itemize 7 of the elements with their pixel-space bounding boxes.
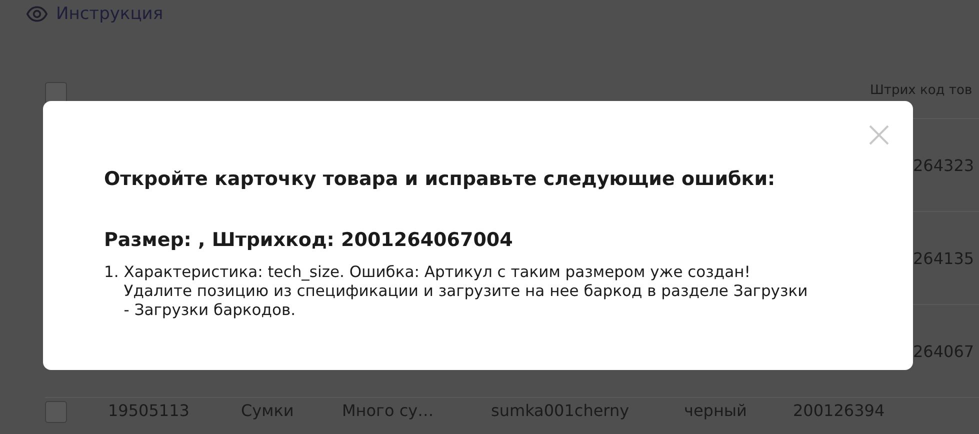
checkbox[interactable] (45, 401, 67, 423)
error-message: Характеристика: tech_size. Ошибка: Артикул с таким размером уже создан! Удалите позицию из спецификации и загрузите на нее баркод в разделе Загрузки - Загрузки баркодов. (124, 263, 809, 320)
dialog-title: Откройте карточку товара и исправьте следующие ошибки: (104, 168, 776, 190)
dialog-subtitle: Размер: , Штрихкод: 2001264067004 (104, 229, 514, 251)
eye-icon (24, 3, 50, 25)
list-number: 1. (104, 263, 119, 283)
close-icon[interactable] (869, 125, 889, 145)
